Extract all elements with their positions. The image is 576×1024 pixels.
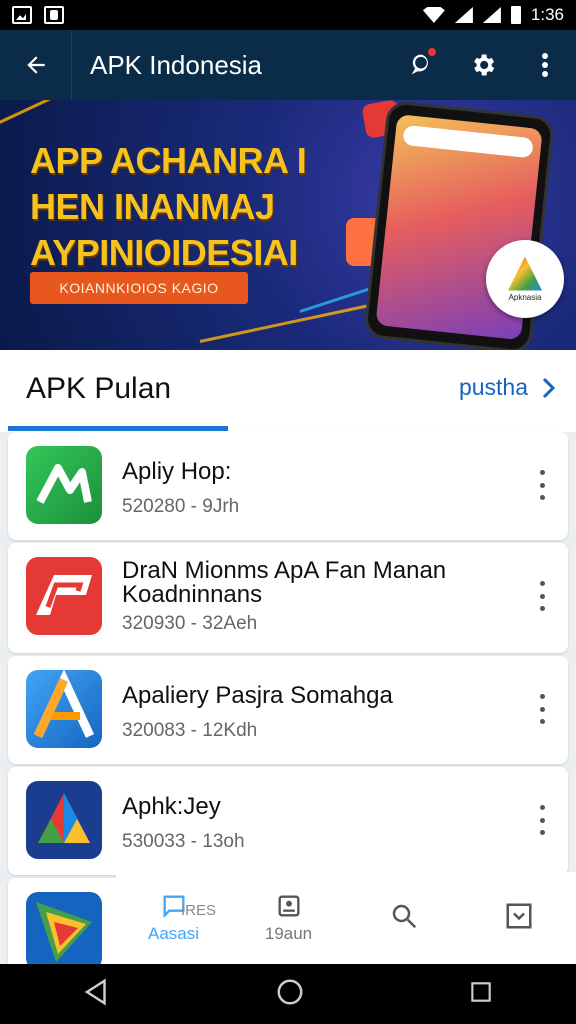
app-bar: APK Indonesia xyxy=(0,30,576,100)
battery-icon xyxy=(510,6,521,24)
checkbox-icon xyxy=(506,903,531,929)
item-menu-button[interactable] xyxy=(532,694,552,724)
app-name: Apaliery Pasjra Somahga xyxy=(122,682,393,709)
section-tab-indicator xyxy=(8,426,228,431)
section-header: APK Pulan pustha xyxy=(0,350,576,432)
banner-line: APP ACHANRA I xyxy=(30,140,307,181)
app-meta: 530033 - 13oh xyxy=(122,831,245,852)
nav-tab-tasks[interactable] xyxy=(461,872,576,964)
nav-label: 19aun xyxy=(264,924,313,943)
phone-search-bar xyxy=(402,124,534,159)
circle-home-icon xyxy=(277,979,303,1004)
system-back-button[interactable] xyxy=(82,977,112,1012)
apknasia-logo-icon xyxy=(508,256,542,291)
search-icon xyxy=(392,904,416,929)
brand-badge-label: Apknasia xyxy=(508,292,542,302)
square-recents-icon xyxy=(471,981,492,1002)
wifi-icon xyxy=(422,7,445,23)
play-triangle-icon xyxy=(26,892,102,970)
status-bar: 1:36 xyxy=(0,0,576,30)
badge-icon xyxy=(278,895,299,917)
arrow-left-icon xyxy=(26,56,45,74)
list-item[interactable]: DraN Mionms ApA Fan Manan Koadninnans 32… xyxy=(8,543,568,653)
banner-cta-button[interactable]: KOIANNKIOIOS KAGIO xyxy=(30,272,248,304)
download-notification-icon xyxy=(44,6,64,24)
overflow-menu-button[interactable] xyxy=(514,30,576,100)
list-item[interactable]: Apaliery Pasjra Somahga 320083 - 12Kdh xyxy=(8,656,568,764)
item-menu-button[interactable] xyxy=(532,805,552,835)
image-notification-icon xyxy=(12,6,32,24)
item-menu-button[interactable] xyxy=(532,470,552,500)
bottom-navigation: Aasasi IRES 19aun xyxy=(116,872,576,964)
banner-line: AYPINIOIDESIAI xyxy=(30,232,298,273)
system-recents-button[interactable] xyxy=(468,979,494,1010)
banner-stripe xyxy=(0,100,90,133)
back-button[interactable] xyxy=(0,30,72,100)
blue-orange-a-icon xyxy=(26,670,102,748)
notifications-button[interactable] xyxy=(390,30,452,100)
status-time: 1:36 xyxy=(530,5,564,24)
app-name: Apliy Hop: xyxy=(122,458,232,485)
banner-line: HEN INANMAJ xyxy=(30,186,275,227)
nav-label: Aasasi xyxy=(147,924,200,943)
list-item[interactable]: Aphk:Jey 530033 - 13oh xyxy=(8,767,568,875)
app-name: Aphk:Jey xyxy=(122,793,221,820)
see-more-label: pustha xyxy=(458,374,528,400)
signal-icon-2 xyxy=(482,7,501,23)
settings-button[interactable] xyxy=(452,30,514,100)
chevron-right-icon xyxy=(542,377,556,398)
nav-tab-badge[interactable]: IRES 19aun xyxy=(181,872,346,964)
banner-headline: APP ACHANRA I HEN INANMAJ AYPINIOIDESIAI xyxy=(30,138,307,276)
notification-dot xyxy=(428,48,436,56)
brand-badge: Apknasia xyxy=(486,240,564,318)
see-more-link[interactable]: pustha xyxy=(459,374,556,401)
app-meta: 320083 - 12Kdh xyxy=(122,720,258,741)
page-title: APK Indonesia xyxy=(90,49,263,80)
green-a-icon xyxy=(26,446,102,524)
nav-top-label: IRES xyxy=(181,902,217,919)
system-home-button[interactable] xyxy=(275,977,305,1012)
app-meta: 320930 - 32Aeh xyxy=(122,613,258,634)
app-name: DraN Mionms ApA Fan Manan Koadninnans xyxy=(122,557,447,608)
nav-tab-search[interactable] xyxy=(346,872,461,964)
promo-banner[interactable]: APP ACHANRA I HEN INANMAJ AYPINIOIDESIAI… xyxy=(0,100,576,350)
system-nav-bar xyxy=(0,964,576,1024)
more-vert-icon xyxy=(542,53,548,77)
gear-icon xyxy=(474,54,495,76)
multicolor-triangle-icon xyxy=(26,781,102,859)
item-menu-button[interactable] xyxy=(532,581,552,611)
section-title: APK Pulan xyxy=(26,372,172,405)
app-meta: 520280 - 9Jrh xyxy=(122,496,240,517)
triangle-back-icon xyxy=(84,977,106,1006)
list-item[interactable]: Apliy Hop: 520280 - 9Jrh xyxy=(8,432,568,540)
red-ap-icon xyxy=(26,557,102,635)
signal-icon xyxy=(454,7,473,23)
